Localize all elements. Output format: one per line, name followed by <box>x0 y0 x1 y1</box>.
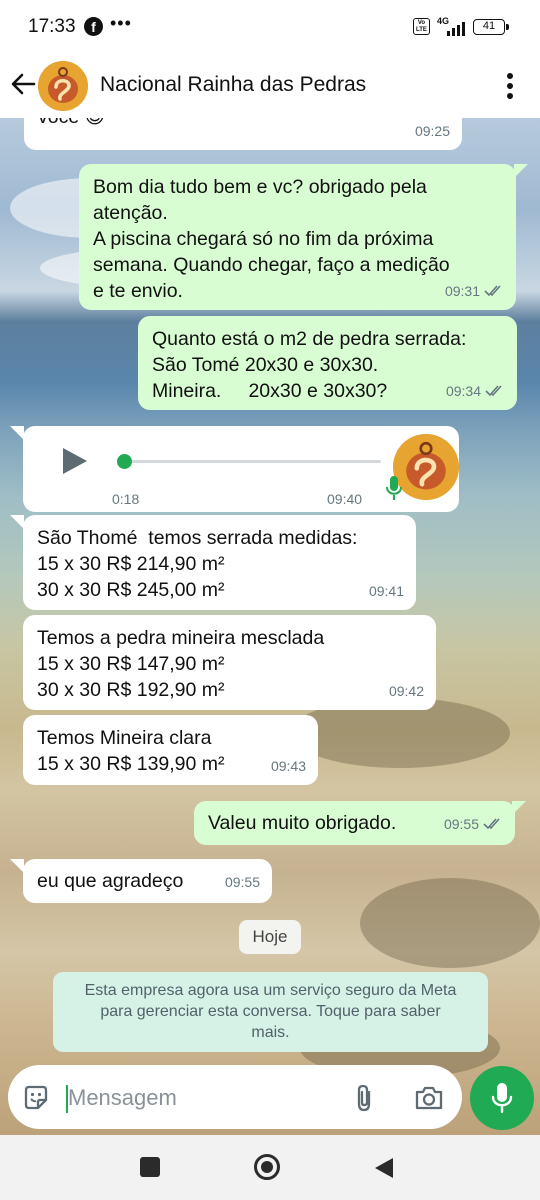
message-text: Temos a pedra mineira mesclada 15 x 30 R… <box>37 627 325 701</box>
message-outgoing[interactable]: Valeu muito obrigado. 09:55 <box>194 801 515 845</box>
audio-progress-handle[interactable] <box>117 454 132 469</box>
composer-bar: Mensagem <box>0 1062 540 1135</box>
date-chip: Hoje <box>239 920 301 954</box>
message-text: São Thomé temos serrada medidas: 15 x 30… <box>37 527 358 601</box>
chat-header: Nacional Rainha das Pedras <box>0 56 540 118</box>
message-time: 09:41 <box>368 583 404 599</box>
read-ticks-icon <box>484 285 501 297</box>
contact-avatar[interactable] <box>38 61 88 111</box>
voice-record-button[interactable] <box>470 1066 534 1130</box>
home-button[interactable] <box>254 1154 280 1180</box>
status-bar: 17:33 f ••• Vo LTE 4G 41 <box>0 0 540 56</box>
message-incoming[interactable]: São Thomé temos serrada medidas: 15 x 30… <box>23 515 416 610</box>
read-ticks-icon <box>483 818 500 830</box>
signal-icon <box>447 22 465 36</box>
message-text: Quanto está o m2 de pedra serrada: São T… <box>152 328 467 402</box>
message-time: 09:34 <box>445 383 481 399</box>
message-incoming[interactable]: eu que agradeço 09:55 <box>23 859 272 903</box>
message-time: 09:40 <box>327 491 363 507</box>
contact-name[interactable]: Nacional Rainha das Pedras <box>100 73 366 97</box>
system-notice[interactable]: Esta empresa agora usa um serviço seguro… <box>53 972 488 1052</box>
audio-progress-track[interactable] <box>123 460 381 463</box>
audio-duration: 0:18 <box>112 491 140 507</box>
back-arrow-icon[interactable] <box>8 69 38 99</box>
message-time: 09:43 <box>270 758 306 774</box>
message-placeholder: Mensagem <box>68 1085 177 1110</box>
microphone-icon <box>491 1083 513 1114</box>
back-nav-icon[interactable] <box>373 1156 395 1180</box>
message-time: 09:55 <box>224 874 260 890</box>
message-time: 09:31 <box>444 283 480 299</box>
message-time: 09:55 <box>443 816 479 832</box>
message-time: 09:25 <box>414 123 450 139</box>
message-outgoing[interactable]: Bom dia tudo bem e vc? obrigado pela ate… <box>79 164 516 310</box>
message-time: 09:42 <box>388 683 424 699</box>
sender-avatar <box>393 434 459 500</box>
message-incoming[interactable]: Temos a pedra mineira mesclada 15 x 30 R… <box>23 615 436 710</box>
volte-icon: Vo LTE <box>413 18 430 35</box>
read-ticks-icon <box>485 385 502 397</box>
logo-icon <box>393 434 459 500</box>
more-notifications-icon: ••• <box>110 13 132 33</box>
microphone-icon <box>386 476 402 500</box>
message-text: você 😊 <box>38 118 105 130</box>
voice-message[interactable]: 0:18 09:40 <box>23 426 459 512</box>
message-text: Temos Mineira clara 15 x 30 R$ 139,90 m² <box>37 727 225 775</box>
message-text: eu que agradeço <box>37 870 184 892</box>
recents-button[interactable] <box>140 1157 160 1177</box>
message-incoming[interactable]: Temos Mineira clara 15 x 30 R$ 139,90 m²… <box>23 715 318 785</box>
sticker-icon[interactable] <box>22 1084 50 1112</box>
more-options-icon[interactable] <box>500 68 520 104</box>
message-input[interactable]: Mensagem <box>8 1065 462 1129</box>
message-text: Valeu muito obrigado. <box>208 812 397 834</box>
message-incoming[interactable]: você 😊 09:25 <box>24 118 462 150</box>
chat-area[interactable]: você 😊 09:25 Bom dia tudo bem e vc? obri… <box>0 118 540 1135</box>
battery-icon: 41 <box>473 19 509 35</box>
attach-icon[interactable] <box>354 1083 374 1113</box>
play-icon[interactable] <box>61 446 89 476</box>
message-outgoing[interactable]: Quanto está o m2 de pedra serrada: São T… <box>138 316 517 410</box>
status-time: 17:33 <box>28 16 76 37</box>
system-navigation-bar <box>0 1135 540 1200</box>
camera-icon[interactable] <box>414 1085 444 1111</box>
logo-icon <box>38 61 88 111</box>
message-text: Bom dia tudo bem e vc? obrigado pela ate… <box>93 176 450 302</box>
facebook-icon: f <box>84 17 103 36</box>
